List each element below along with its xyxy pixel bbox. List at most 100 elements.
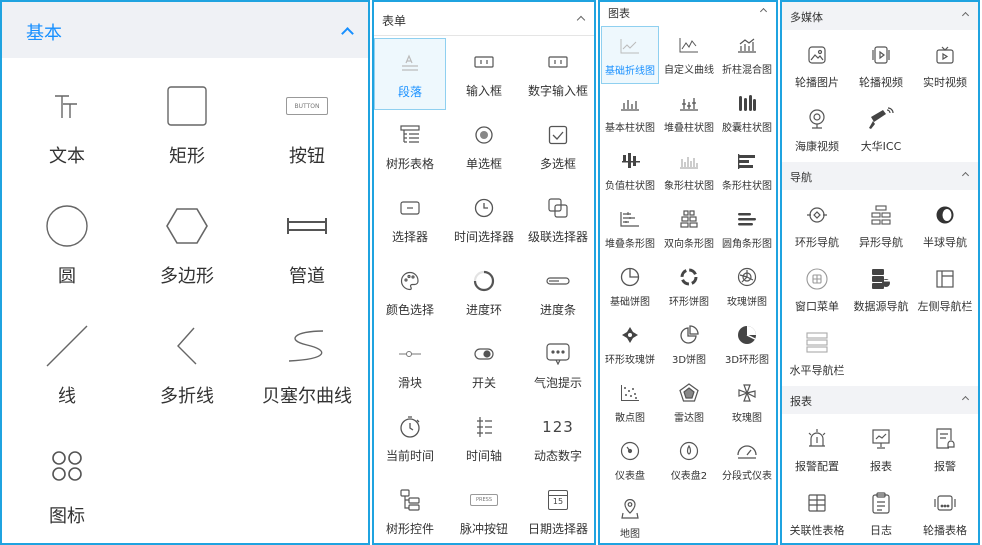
chart-item-negative-bar[interactable]: 负值柱状图 <box>601 142 659 200</box>
form-item-tree-control[interactable]: 树形控件 <box>374 476 446 543</box>
report-item-alarm-config[interactable]: 报警配置 <box>784 418 850 482</box>
report-item-related-table[interactable]: 关联性表格 <box>784 482 850 543</box>
chart-item-scatter[interactable]: 散点图 <box>601 374 659 432</box>
basic-item-label: 按钮 <box>289 146 325 167</box>
form-item-bubble[interactable]: 气泡提示 <box>522 330 594 402</box>
chart-item-donut-3d[interactable]: 3D环形图 <box>718 316 776 374</box>
nav-item-window-menu[interactable]: 窗口菜单 <box>784 258 850 322</box>
basic-item-rectangle[interactable]: 矩形 <box>128 76 246 186</box>
chart-item-gauge[interactable]: 仪表盘 <box>601 432 659 490</box>
form-item-switch[interactable]: 开关 <box>448 330 520 402</box>
line-bar-mix-icon <box>737 30 757 60</box>
chart-item-donut[interactable]: 环形饼图 <box>660 258 718 316</box>
chart-item-rounded-bar[interactable]: 圆角条形图 <box>718 200 776 258</box>
form-item-time-picker[interactable]: 时间选择器 <box>448 184 520 256</box>
charts-section-header[interactable]: 图表 <box>600 2 776 24</box>
form-item-checkbox[interactable]: 多选框 <box>522 111 594 183</box>
report-item-report[interactable]: 报表 <box>848 418 914 482</box>
form-item-progress-bar[interactable]: 进度条 <box>522 257 594 329</box>
progress-ring-icon <box>473 263 495 299</box>
chart-item-stacked-strip[interactable]: 堆叠条形图 <box>601 200 659 258</box>
chevron-up-icon[interactable] <box>576 15 586 25</box>
live-video-icon <box>935 38 955 72</box>
form-item-cascade[interactable]: 级联选择器 <box>522 184 594 256</box>
form-item-slider[interactable]: 滑块 <box>374 330 446 402</box>
form-item-timeline[interactable]: 时间轴 <box>448 403 520 475</box>
media-item-video-carousel[interactable]: 轮播视频 <box>848 34 914 98</box>
basic-item-polyline[interactable]: 多折线 <box>128 316 246 426</box>
nav-item-datasource[interactable]: 数据源导航 <box>848 258 914 322</box>
basic-item-label: 矩形 <box>169 146 205 167</box>
chart-item-ring-rose[interactable]: 环形玫瑰饼 <box>601 316 659 374</box>
chart-item-line[interactable]: 基础折线图 <box>601 26 659 84</box>
form-item-paragraph[interactable]: 段落 <box>374 38 446 110</box>
chart-item-stacked-bar[interactable]: 堆叠柱状图 <box>660 84 718 142</box>
form-item-date-picker[interactable]: 15 日期选择器 <box>522 476 594 543</box>
basic-item-text[interactable]: 文本 <box>8 76 126 186</box>
chart-item-gauge2[interactable]: 仪表盘2 <box>660 432 718 490</box>
nav-section-header[interactable]: 导航 <box>782 162 978 190</box>
form-item-current-time[interactable]: 当前时间 <box>374 403 446 475</box>
chart-item-line-bar-mix[interactable]: 折柱混合图 <box>718 26 776 84</box>
report-item-carousel-table[interactable]: 轮播表格 <box>912 482 978 543</box>
form-item-input[interactable]: 输入框 <box>448 38 520 110</box>
nav-item-horizontal[interactable]: 水平导航栏 <box>784 322 850 386</box>
media-item-dahua[interactable]: 大华ICC <box>848 98 914 162</box>
media-section-header[interactable]: 多媒体 <box>782 2 978 30</box>
basic-item-line[interactable]: 线 <box>8 316 126 426</box>
basic-item-label: 贝塞尔曲线 <box>262 386 352 407</box>
chart-item-capsule-bar[interactable]: 胶囊柱状图 <box>718 84 776 142</box>
chart-item-label: 仪表盘 <box>615 471 645 482</box>
form-item-pulse-button[interactable]: PRESS 脉冲按钮 <box>448 476 520 543</box>
form-item-progress-ring[interactable]: 进度环 <box>448 257 520 329</box>
chart-item-bar[interactable]: 基本柱状图 <box>601 84 659 142</box>
form-item-radio[interactable]: 单选框 <box>448 111 520 183</box>
chart-item-bidirectional-bar[interactable]: 双向条形图 <box>660 200 718 258</box>
form-item-tree-table[interactable]: 树形表格 <box>374 111 446 183</box>
chart-item-horizontal-bar[interactable]: 条形柱状图 <box>718 142 776 200</box>
form-item-select[interactable]: 选择器 <box>374 184 446 256</box>
chart-item-rose-pie[interactable]: 玫瑰饼图 <box>718 258 776 316</box>
form-item-dynamic-number[interactable]: 123 动态数字 <box>522 403 594 475</box>
chart-item-pictorial-bar[interactable]: 象形柱状图 <box>660 142 718 200</box>
chevron-up-icon[interactable] <box>961 11 970 20</box>
chart-item-label: 3D环形图 <box>724 355 770 366</box>
chevron-up-icon[interactable] <box>961 395 970 404</box>
chart-item-radar[interactable]: 雷达图 <box>660 374 718 432</box>
nav-item-special[interactable]: 异形导航 <box>848 194 914 258</box>
basic-item-icon[interactable]: 图标 <box>8 436 126 543</box>
form-section-header[interactable]: 表单 <box>374 2 594 36</box>
basic-item-pipe[interactable]: 管道 <box>248 196 366 306</box>
basic-item-circle[interactable]: 圆 <box>8 196 126 306</box>
nav-item-left-sidebar[interactable]: 左侧导航栏 <box>912 258 978 322</box>
chart-item-segmented-gauge[interactable]: 分段式仪表 <box>718 432 776 490</box>
pipe-icon <box>285 196 329 256</box>
chart-item-pie[interactable]: 基础饼图 <box>601 258 659 316</box>
form-item-number-input[interactable]: 数字输入框 <box>522 38 594 110</box>
form-item-color[interactable]: 颜色选择 <box>374 257 446 329</box>
basic-section-header[interactable]: 基本 <box>2 2 368 58</box>
report-item-log[interactable]: 日志 <box>848 482 914 543</box>
chart-item-rose[interactable]: 玫瑰图 <box>718 374 776 432</box>
radar-icon <box>679 378 699 408</box>
basic-item-polygon[interactable]: 多边形 <box>128 196 246 306</box>
report-item-alarm[interactable]: 报警 <box>912 418 978 482</box>
nav-item-ring[interactable]: 环形导航 <box>784 194 850 258</box>
report-section-header[interactable]: 报表 <box>782 386 978 414</box>
chart-item-pie-3d[interactable]: 3D饼图 <box>660 316 718 374</box>
basic-item-label: 圆 <box>58 266 76 287</box>
basic-item-bezier[interactable]: 贝塞尔曲线 <box>248 316 366 426</box>
negative-bar-icon <box>620 146 640 176</box>
pulse-button-icon-text: PRESS <box>470 494 498 506</box>
chart-item-map[interactable]: 地图 <box>601 490 659 543</box>
chevron-up-icon[interactable] <box>759 7 768 16</box>
media-item-image-carousel[interactable]: 轮播图片 <box>784 34 850 98</box>
chart-item-custom-curve[interactable]: 自定义曲线 <box>660 26 718 84</box>
carousel-table-icon <box>934 486 956 520</box>
nav-item-hemisphere[interactable]: 半球导航 <box>912 194 978 258</box>
media-item-live-video[interactable]: 实时视频 <box>912 34 978 98</box>
basic-item-button[interactable]: BUTTON 按钮 <box>248 76 366 186</box>
media-item-hikvision[interactable]: 海康视频 <box>784 98 850 162</box>
chevron-up-icon[interactable] <box>961 171 970 180</box>
chevron-up-icon[interactable] <box>341 27 354 40</box>
